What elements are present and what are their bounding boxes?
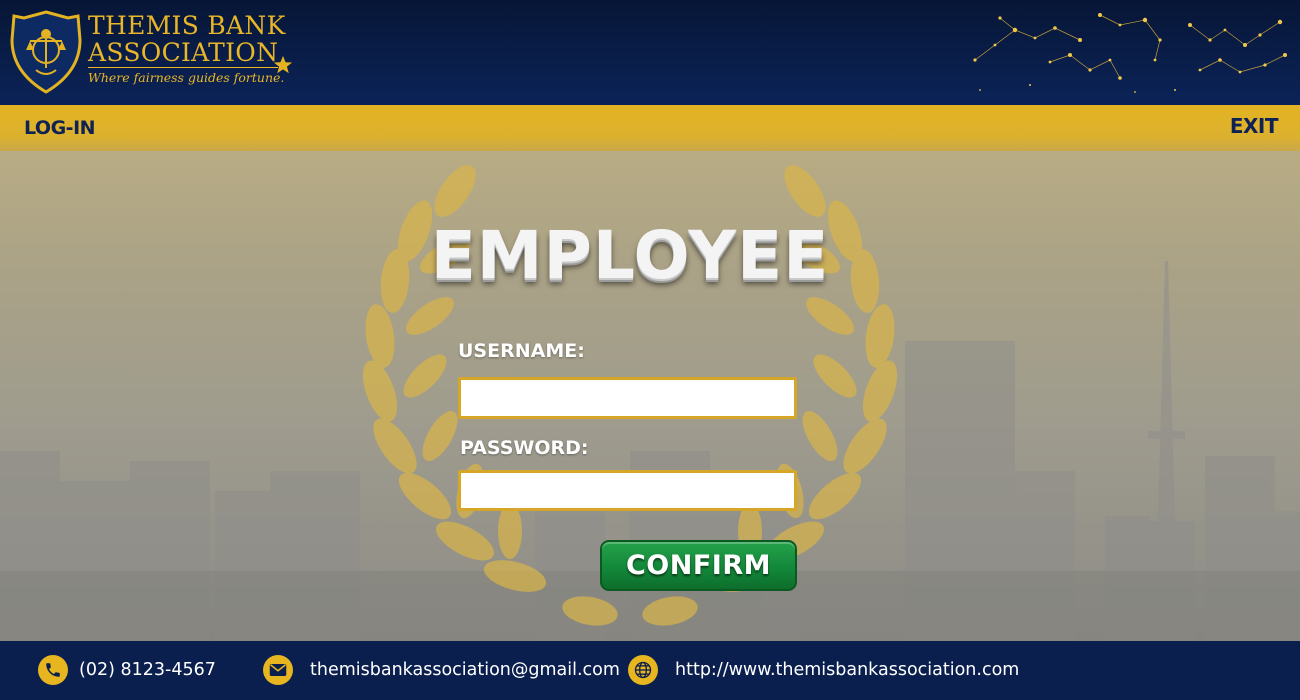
- mail-icon: [263, 655, 293, 685]
- username-input[interactable]: [458, 377, 797, 419]
- website-url: http://www.themisbankassociation.com: [675, 660, 1020, 680]
- brand-divider: [88, 67, 278, 68]
- password-label: PASSWORD:: [460, 437, 589, 459]
- brand-name-line1: THEMIS BANK: [88, 11, 286, 40]
- confirm-button[interactable]: CONFIRM: [600, 540, 797, 591]
- brand-name: THEMIS BANK ASSOCIATION: [88, 12, 286, 66]
- footer: (02) 8123-4567 themisbankassociation@gma…: [0, 641, 1300, 700]
- nav-bar: LOG-IN EXIT: [0, 105, 1300, 151]
- phone-number: (02) 8123-4567: [79, 660, 216, 680]
- constellation-icon: [973, 13, 1287, 93]
- password-input[interactable]: [458, 470, 797, 511]
- brand-tagline: Where fairness guides fortune.: [88, 70, 285, 85]
- lady-justice-badge-icon: [10, 10, 82, 94]
- exit-button[interactable]: EXIT: [1230, 114, 1279, 138]
- phone-icon: [38, 655, 68, 685]
- username-label: USERNAME:: [458, 340, 585, 362]
- login-panel: EMPLOYEE USERNAME: PASSWORD: CONFIRM: [0, 151, 1300, 641]
- page-title: EMPLOYEE: [430, 217, 830, 294]
- email-address: themisbankassociation@gmail.com: [310, 660, 620, 680]
- header: THEMIS BANK ASSOCIATION Where fairness g…: [0, 0, 1300, 105]
- globe-icon: [628, 655, 658, 685]
- nav-login-label: LOG-IN: [24, 117, 96, 139]
- brand-name-line2: ASSOCIATION: [88, 38, 279, 67]
